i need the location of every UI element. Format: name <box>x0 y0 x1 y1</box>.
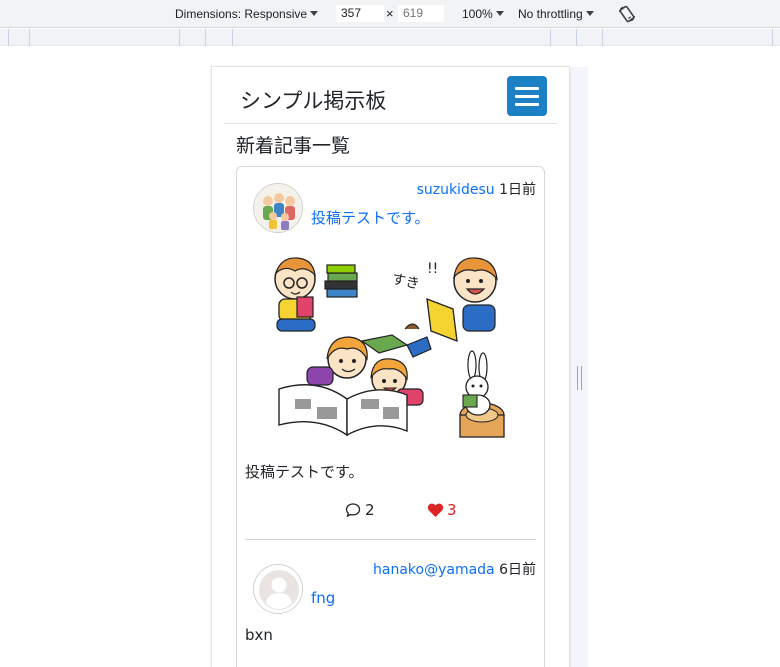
resize-handle[interactable] <box>577 366 582 390</box>
post-title-link[interactable]: 投稿テストです。 <box>311 207 430 228</box>
family-avatar[interactable] <box>253 183 303 233</box>
throttling-dropdown[interactable]: No throttling <box>518 7 594 21</box>
post-actions: 2 3 <box>237 501 544 523</box>
chevron-down-icon <box>495 11 504 16</box>
dimensions-label: Dimensions: Responsive <box>175 7 308 21</box>
chevron-down-icon <box>310 11 319 16</box>
mq-marker[interactable] <box>602 29 603 46</box>
post-time: 1日前 <box>499 182 536 198</box>
comment-button[interactable]: 2 <box>345 501 375 519</box>
width-input[interactable] <box>336 5 384 22</box>
post-title-link[interactable]: fng <box>311 589 335 607</box>
comment-icon <box>345 503 361 518</box>
mq-marker[interactable] <box>576 29 577 46</box>
zoom-dropdown[interactable]: 100% <box>462 7 504 21</box>
site-brand[interactable]: シンプル掲示板 <box>240 85 386 115</box>
zoom-label: 100% <box>462 7 493 21</box>
mq-marker[interactable] <box>29 29 30 46</box>
post-author-link[interactable]: hanako@yamada <box>373 562 495 578</box>
heart-icon <box>427 503 444 517</box>
chevron-down-icon <box>585 11 594 16</box>
mq-marker[interactable] <box>550 29 551 46</box>
hamburger-icon <box>515 103 539 106</box>
mq-marker[interactable] <box>8 29 9 46</box>
post-body-text: 投稿テストです。 <box>245 463 364 481</box>
hamburger-icon <box>515 95 539 98</box>
post-meta: hanako@yamada 6日前 <box>373 559 536 579</box>
mq-marker[interactable] <box>772 29 773 46</box>
throttling-label: No throttling <box>518 7 583 21</box>
dimensions-dropdown[interactable]: Dimensions: Responsive <box>175 7 319 21</box>
post-author-link[interactable]: suzukidesu <box>417 182 495 198</box>
like-count: 3 <box>447 501 457 519</box>
navbar-divider <box>224 123 557 124</box>
post-body-text: bxn <box>245 626 273 644</box>
default-user-avatar[interactable] <box>253 564 303 614</box>
mq-marker[interactable] <box>232 29 233 46</box>
svg-text:すき: すき <box>390 271 421 292</box>
mq-marker[interactable] <box>205 29 206 46</box>
svg-text:!!: !! <box>427 261 438 277</box>
posts-card: suzukidesu 1日前 投稿テストです。 すき !! 投稿テストです。 2… <box>236 166 545 667</box>
comment-count: 2 <box>365 501 375 519</box>
like-button[interactable]: 3 <box>427 501 457 519</box>
menu-toggle-button[interactable] <box>507 76 547 116</box>
page-title: 新着記事一覧 <box>236 135 351 157</box>
media-query-bar <box>0 29 780 46</box>
navbar: シンプル掲示板 <box>212 67 569 124</box>
emulated-viewport: シンプル掲示板 新着記事一覧 suzukidesu 1日前 投稿テストです。 す… <box>212 67 569 667</box>
devtools-toolbar: Dimensions: Responsive × 100% No throttl… <box>0 0 780 28</box>
mq-marker[interactable] <box>179 29 180 46</box>
kids-reading-illustration[interactable]: すき !! <box>267 249 527 454</box>
post-meta: suzukidesu 1日前 <box>417 179 536 199</box>
post-divider <box>245 539 536 540</box>
rotate-icon[interactable] <box>617 4 637 24</box>
post-time: 6日前 <box>499 562 536 578</box>
height-input[interactable] <box>398 5 444 22</box>
times-separator: × <box>386 6 394 21</box>
hamburger-icon <box>515 87 539 90</box>
